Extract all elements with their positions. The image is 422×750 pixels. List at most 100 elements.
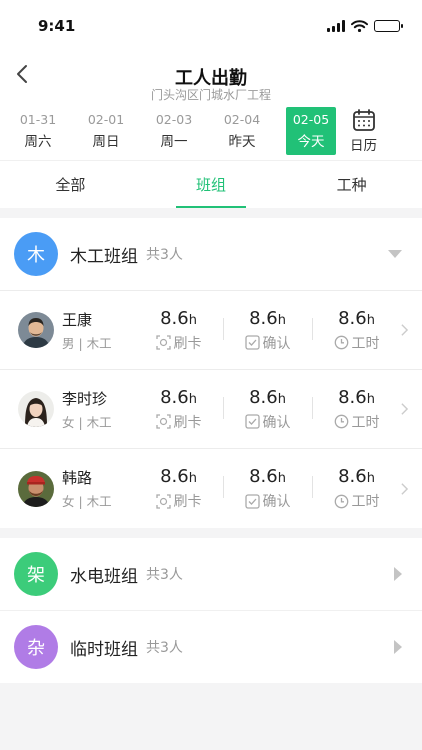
avatar (18, 391, 54, 427)
date-label: 02-01 (87, 112, 125, 127)
stat-number: 8.6 (338, 386, 367, 408)
stat-value: 8.6h (338, 308, 375, 329)
stat-label: 刷卡 (155, 491, 202, 511)
group-header-plumbing-electric[interactable]: 架 水电班组 共3人 (0, 538, 422, 610)
stat-unit: h (277, 471, 286, 486)
group-count: 共3人 (146, 567, 183, 583)
worker-row[interactable]: 李时珍 女 | 木工 8.6h 刷卡 8.6h 确认 8.6h 工时 (0, 370, 422, 449)
stat-number: 8.6 (249, 386, 278, 408)
group-avatar-char: 木 (27, 245, 45, 266)
page-subtitle: 门头沟区门城水厂工程 (150, 88, 271, 102)
status-icons (327, 20, 403, 32)
date-item[interactable]: 01-31 周六 (4, 107, 72, 155)
stat-label-text: 确认 (262, 414, 291, 431)
stat-label-text: 工时 (351, 335, 380, 352)
date-label: 02-04 (223, 112, 261, 127)
stat-value: 8.6h (338, 466, 375, 487)
stat-label-text: 刷卡 (173, 494, 202, 510)
checkbox-icon (244, 414, 260, 429)
group-count: 共3人 (146, 247, 183, 263)
stat-value: 8.6h (160, 308, 197, 329)
stat-label-text: 工时 (351, 494, 380, 510)
worker-row[interactable]: 王康 男 | 木工 8.6h 刷卡 8.6h 确认 8.6h 工时 (0, 291, 422, 370)
tab-team[interactable]: 班组 (141, 161, 282, 208)
group-name: 水电班组 (70, 566, 138, 587)
stat-value: 8.6h (338, 387, 375, 408)
date-selector: 01-31 周六 02-01 周日 02-03 周一 02-04 昨天 02-0… (0, 102, 422, 160)
signal-icon (327, 20, 345, 32)
avatar (18, 312, 54, 348)
stat-unit: h (188, 471, 197, 486)
worker-name: 韩路 (62, 469, 93, 487)
date-item[interactable]: 02-01 周日 (72, 107, 140, 155)
group-avatar: 木 (14, 232, 58, 276)
weekday-label: 今天 (297, 134, 325, 150)
weekday-label: 周一 (160, 134, 188, 150)
stat-label: 确认 (244, 491, 291, 511)
card-scan-icon (155, 493, 171, 509)
stat-card-swipe: 8.6h 刷卡 (134, 308, 223, 353)
tab-trade[interactable]: 工种 (281, 161, 422, 208)
stat-number: 8.6 (160, 386, 189, 408)
clock-icon (334, 494, 348, 508)
worker-name: 李时珍 (62, 389, 108, 408)
stat-unit: h (188, 391, 197, 407)
stat-label-text: 工时 (351, 414, 380, 431)
stat-label: 确认 (244, 412, 291, 432)
chevron-right-icon (401, 324, 408, 336)
worker-name: 王康 (62, 310, 93, 329)
caret-right-icon (394, 640, 402, 654)
stat-card-swipe: 8.6h 刷卡 (134, 466, 223, 511)
stat-number: 8.6 (249, 307, 278, 329)
worker-stats: 8.6h 刷卡 8.6h 确认 8.6h 工时 (134, 308, 401, 353)
date-label: 02-05 (292, 112, 330, 127)
calendar-button[interactable]: 日历 (350, 108, 377, 154)
group-avatar-char: 架 (27, 565, 45, 586)
clock-icon (334, 335, 348, 350)
stat-unit: h (188, 312, 197, 328)
worker-list: 王康 男 | 木工 8.6h 刷卡 8.6h 确认 8.6h 工时 李时珍 女 … (0, 291, 422, 528)
stat-number: 8.6 (338, 466, 367, 487)
worker-meta: 女 | 木工 (62, 494, 112, 509)
avatar-image (18, 312, 54, 348)
status-time: 9:41 (38, 17, 76, 35)
weekday-label: 周日 (92, 134, 120, 150)
stat-work-hours: 8.6h 工时 (312, 387, 401, 432)
worker-row[interactable]: 韩路 女 | 木工 8.6h 刷卡 8.6h 确认 8.6h 工时 (0, 449, 422, 528)
stat-work-hours: 8.6h 工时 (312, 308, 401, 353)
date-item[interactable]: 02-03 周一 (140, 107, 208, 155)
stat-value: 8.6h (249, 466, 286, 487)
stat-unit: h (277, 391, 286, 407)
stat-confirm: 8.6h 确认 (223, 387, 312, 432)
group-avatar: 杂 (14, 625, 58, 669)
tab-all[interactable]: 全部 (0, 161, 141, 208)
weekday-label: 昨天 (228, 134, 256, 150)
stat-number: 8.6 (160, 307, 189, 329)
worker-meta: 男 | 木工 (62, 335, 112, 351)
header-area: 9:41 工人出勤 门头沟区门城水厂工程 01-31 周六 02-01 周日 0… (0, 0, 422, 208)
stat-number: 8.6 (338, 307, 367, 329)
battery-icon (374, 20, 403, 32)
stat-label-text: 确认 (262, 494, 291, 510)
group-header-temporary[interactable]: 杂 临时班组 共3人 (0, 611, 422, 683)
caret-right-icon (394, 567, 402, 581)
chevron-right-icon (401, 482, 408, 495)
worker-info: 王康 男 | 木工 (62, 309, 116, 352)
group-count: 共3人 (146, 640, 183, 656)
stat-label-text: 确认 (262, 335, 291, 352)
stat-value: 8.6h (160, 387, 197, 408)
group-header-carpentry[interactable]: 木 木工班组 共3人 (0, 218, 422, 290)
date-item[interactable]: 02-04 昨天 (208, 107, 276, 155)
card-scan-icon (155, 335, 171, 350)
stat-label: 工时 (334, 412, 380, 432)
stat-label: 刷卡 (155, 412, 202, 432)
date-item-today[interactable]: 02-05 今天 (286, 107, 336, 155)
stat-label-text: 刷卡 (173, 414, 202, 431)
calendar-label: 日历 (350, 138, 377, 154)
nav-bar: 工人出勤 门头沟区门城水厂工程 (0, 52, 422, 102)
group-avatar-char: 杂 (27, 638, 45, 659)
checkbox-icon (244, 493, 260, 509)
stat-confirm: 8.6h 确认 (223, 308, 312, 353)
avatar (18, 470, 54, 507)
